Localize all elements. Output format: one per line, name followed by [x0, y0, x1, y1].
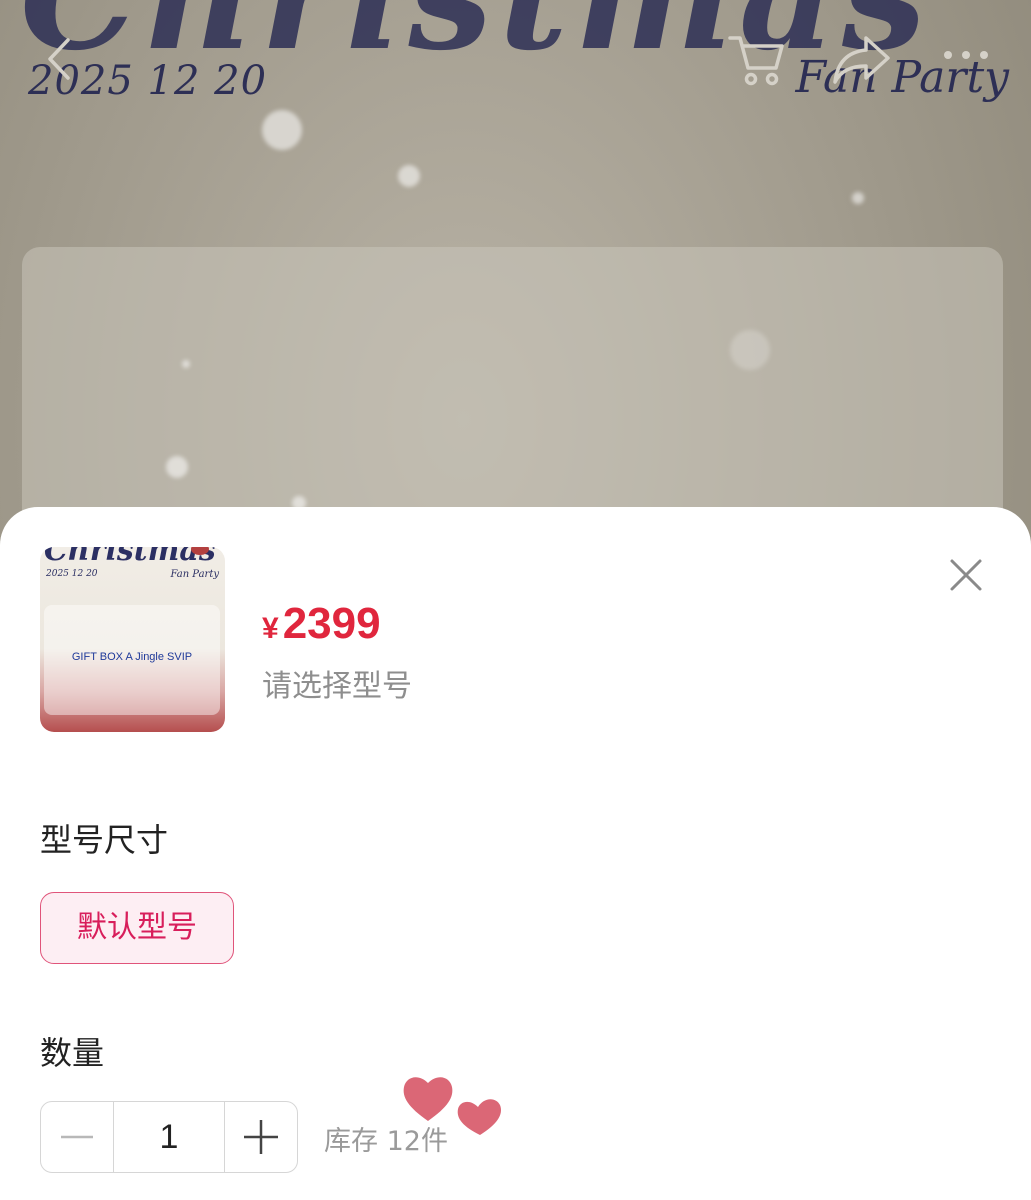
- sparkle: [262, 110, 302, 150]
- select-model-hint: 请选择型号: [262, 669, 412, 704]
- close-icon[interactable]: [944, 553, 988, 597]
- thumbnail-card: GIFT BOX A Jingle SVIP: [44, 605, 220, 715]
- price-value: 2399: [282, 599, 381, 648]
- model-option-default[interactable]: 默认型号: [40, 892, 234, 964]
- cart-icon[interactable]: [728, 32, 786, 88]
- plus-icon: [244, 1120, 278, 1154]
- quantity-section-label: 数量: [40, 1034, 105, 1072]
- sparkle: [730, 330, 770, 370]
- thumbnail-tagline: Fan Party: [170, 569, 219, 580]
- thumbnail-date: 2025 12 20: [46, 569, 98, 579]
- sparkle: [398, 165, 420, 187]
- sparkle: [182, 360, 190, 368]
- sparkle: [852, 192, 864, 204]
- more-dots-icon[interactable]: [938, 40, 994, 70]
- sku-selector-sheet: Christmas 2025 12 20 Fan Party GIFT BOX …: [0, 507, 1031, 1200]
- banner-card: [22, 247, 1003, 547]
- share-icon[interactable]: [832, 34, 892, 86]
- product-thumbnail: Christmas 2025 12 20 Fan Party GIFT BOX …: [40, 547, 225, 732]
- thumbnail-title: Christmas: [44, 547, 216, 568]
- thumbnail-caption: GIFT BOX A Jingle SVIP: [71, 651, 193, 663]
- sparkle: [166, 456, 188, 478]
- quantity-value[interactable]: 1: [113, 1102, 225, 1172]
- hearts-sticker-icon: [403, 1077, 502, 1135]
- increment-button[interactable]: [225, 1102, 297, 1172]
- price: ¥2399: [262, 599, 381, 649]
- chevron-left-icon[interactable]: [38, 34, 88, 84]
- minus-icon: [61, 1135, 93, 1139]
- quantity-stepper: 1: [40, 1101, 298, 1173]
- model-section-label: 型号尺寸: [40, 821, 169, 859]
- price-currency: ¥: [262, 612, 279, 645]
- decrement-button[interactable]: [41, 1102, 113, 1172]
